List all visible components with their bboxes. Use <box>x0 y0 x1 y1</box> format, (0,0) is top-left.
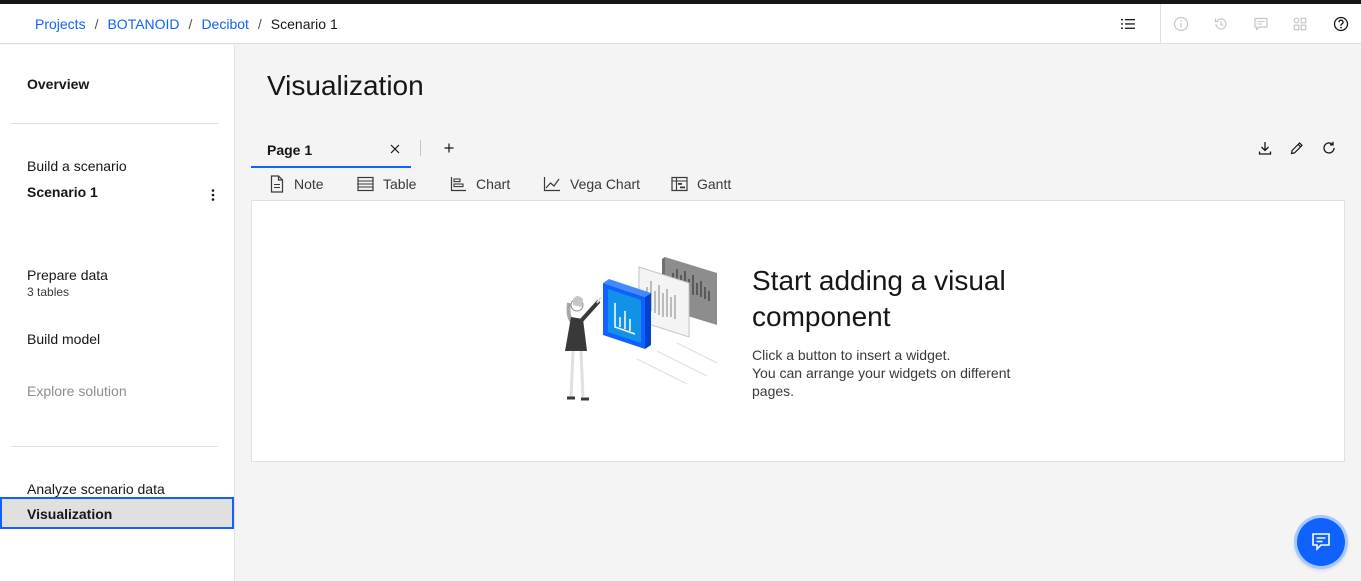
widget-toolbar: Note Table Chart Vega Chart Gantt <box>251 168 1345 200</box>
vega-chart-button-label: Vega Chart <box>570 176 641 192</box>
sidebar-divider <box>11 446 218 447</box>
breadcrumb-separator: / <box>94 16 99 32</box>
empty-state-line: You can arrange your widgets on differen… <box>752 365 1011 381</box>
sidebar-item-scenario[interactable]: Scenario 1 <box>27 184 98 200</box>
breadcrumb-projects[interactable]: Projects <box>35 16 86 32</box>
tab-label: Page 1 <box>267 142 313 158</box>
chart-button[interactable]: Chart <box>450 168 510 200</box>
empty-state-line: pages. <box>752 383 795 399</box>
page-title: Visualization <box>267 70 424 101</box>
table-icon <box>357 176 374 192</box>
line-chart-icon <box>543 177 560 192</box>
note-button[interactable]: Note <box>269 168 324 200</box>
gantt-button-label: Gantt <box>697 176 732 192</box>
sidebar-item-label: Visualization <box>27 506 113 522</box>
gantt-icon <box>671 176 688 192</box>
table-button-label: Table <box>383 176 417 192</box>
document-icon <box>270 175 284 193</box>
breadcrumb-decibot[interactable]: Decibot <box>201 16 248 32</box>
bar-chart-icon <box>450 177 466 192</box>
history-icon[interactable] <box>1201 4 1241 44</box>
note-button-label: Note <box>294 176 324 192</box>
breadcrumb-current: Scenario 1 <box>270 16 338 32</box>
breadcrumb-separator: / <box>257 16 262 32</box>
sidebar-item-explore-solution: Explore solution <box>27 383 127 399</box>
gantt-button[interactable]: Gantt <box>671 168 731 200</box>
sidebar-section-analyze: Analyze scenario data <box>27 481 165 497</box>
header-bar: Projects / BOTANOID / Decibot / Scenario… <box>0 4 1361 44</box>
tab-page-1[interactable]: Page 1 <box>251 132 411 168</box>
download-icon[interactable] <box>1257 140 1273 156</box>
table-button[interactable]: Table <box>357 168 416 200</box>
sidebar-item-overview[interactable]: Overview <box>27 76 89 92</box>
vega-chart-button[interactable]: Vega Chart <box>543 168 640 200</box>
empty-state-line: Click a button to insert a widget. <box>752 347 951 363</box>
breadcrumb-separator: / <box>188 16 193 32</box>
sidebar: Overview Build a scenario Scenario 1 Pre… <box>0 45 235 581</box>
sidebar-section-build-scenario: Build a scenario <box>27 158 127 174</box>
info-icon[interactable] <box>1161 4 1201 44</box>
page-tabs: Page 1 <box>251 132 1345 168</box>
empty-state-title: Start adding a visual component <box>752 265 1006 332</box>
refresh-icon[interactable] <box>1321 140 1337 156</box>
breadcrumb: Projects / BOTANOID / Decibot / Scenario… <box>35 4 338 44</box>
breadcrumb-botanoid[interactable]: BOTANOID <box>107 16 179 32</box>
empty-state-description: Click a button to insert a widget. You c… <box>752 346 1042 400</box>
help-icon[interactable] <box>1321 4 1361 44</box>
sidebar-item-visualization[interactable]: Visualization <box>0 497 234 529</box>
chat-button[interactable] <box>1297 518 1345 566</box>
list-icon[interactable] <box>1108 4 1148 44</box>
sidebar-item-prepare-data[interactable]: Prepare data <box>27 267 108 283</box>
widget-canvas: Start adding a visual component Click a … <box>251 200 1345 462</box>
chart-button-label: Chart <box>476 176 511 192</box>
empty-state-illustration <box>565 257 718 401</box>
edit-icon[interactable] <box>1289 140 1305 156</box>
close-icon[interactable] <box>387 141 403 157</box>
sidebar-item-build-model[interactable]: Build model <box>27 331 100 347</box>
add-page-icon[interactable] <box>441 140 457 156</box>
sidebar-divider <box>11 123 218 124</box>
chat-icon <box>1312 533 1330 551</box>
tab-divider <box>420 140 421 156</box>
apps-icon[interactable] <box>1280 4 1320 44</box>
sidebar-prepare-data-count: 3 tables <box>27 285 70 299</box>
comment-icon[interactable] <box>1241 4 1281 44</box>
overflow-menu-icon[interactable] <box>205 187 221 203</box>
